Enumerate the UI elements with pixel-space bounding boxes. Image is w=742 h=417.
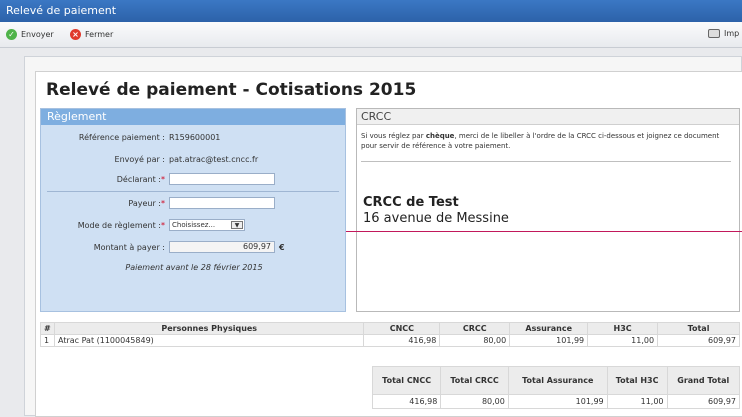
col-total-assurance: Total Assurance [507, 366, 608, 395]
ref-label: Référence paiement : [78, 133, 165, 142]
col-total-h3c: Total H3C [606, 366, 668, 395]
declarant-input[interactable] [169, 173, 275, 185]
amount-label: Montant à payer : [93, 243, 165, 252]
reglement-panel: Règlement Référence paiement : R15960000… [40, 108, 346, 312]
col-cncc: CNCC [363, 322, 441, 335]
total-cncc-value: 416,98 [371, 394, 442, 409]
printer-icon [708, 29, 720, 38]
sent-by-value: pat.atrac@test.cncc.fr [169, 155, 259, 164]
members-table: # Personnes Physiques CNCC CRCC Assuranc… [40, 322, 740, 347]
table-header-row: # Personnes Physiques CNCC CRCC Assuranc… [40, 322, 740, 335]
window-title: Relevé de paiement [0, 0, 742, 22]
crcc-panel: CRCC Si vous réglez par chèque, merci de… [356, 108, 740, 312]
row-assurance: 101,99 [509, 334, 589, 347]
row-crcc: 80,00 [439, 334, 511, 347]
row-total: 609,97 [657, 334, 740, 347]
accent-line [346, 231, 742, 232]
mode-select[interactable]: Choisissez... ▼ [169, 219, 245, 231]
col-persons: Personnes Physiques [53, 322, 365, 335]
row-person: Atrac Pat (1100045849) [53, 334, 365, 347]
totals-table: Total CNCC Total CRCC Total Assurance To… [371, 366, 741, 409]
row-cncc: 416,98 [363, 334, 441, 347]
col-total-cncc: Total CNCC [371, 366, 442, 395]
document-sheet: Relevé de paiement - Cotisations 2015 Rè… [35, 71, 742, 417]
col-index: # [40, 322, 55, 335]
send-button[interactable]: ✓ Envoyer [6, 29, 54, 40]
close-icon: × [70, 29, 81, 40]
payeur-input[interactable] [169, 197, 275, 209]
amount-field: 609,97 [169, 241, 275, 253]
close-label: Fermer [85, 30, 114, 39]
total-h3c-value: 11,00 [606, 394, 668, 409]
col-h3c: H3C [587, 322, 659, 335]
crcc-instructions: Si vous réglez par chèque, merci de le l… [361, 132, 720, 150]
col-grand-total: Grand Total [666, 366, 741, 395]
mode-label: Mode de règlement :* [77, 221, 165, 230]
declarant-label: Déclarant :* [116, 175, 165, 184]
crcc-address: 16 avenue de Messine [363, 211, 509, 226]
reglement-header: Règlement [41, 109, 345, 125]
payeur-label: Payeur :* [128, 199, 165, 208]
mode-selected: Choisissez... [172, 221, 216, 229]
print-label: Imp [724, 29, 740, 38]
sent-by-label: Envoyé par : [114, 155, 165, 164]
col-assurance: Assurance [509, 322, 589, 335]
check-icon: ✓ [6, 29, 17, 40]
col-total: Total [657, 322, 740, 335]
currency-symbol: € [279, 243, 285, 252]
page-area: Relevé de paiement - Cotisations 2015 Rè… [24, 56, 742, 417]
close-button[interactable]: × Fermer [70, 29, 113, 40]
send-label: Envoyer [21, 30, 54, 39]
payment-deadline: Paiement avant le 28 février 2015 [125, 263, 263, 272]
table-row: 1 Atrac Pat (1100045849) 416,98 80,00 10… [40, 334, 740, 347]
total-assurance-value: 101,99 [507, 394, 608, 409]
row-index: 1 [40, 334, 55, 347]
ref-value: R159600001 [169, 133, 221, 142]
table-header-row: Total CNCC Total CRCC Total Assurance To… [371, 366, 741, 395]
table-row: 416,98 80,00 101,99 11,00 609,97 [371, 394, 741, 409]
divider [361, 161, 731, 162]
crcc-header: CRCC [357, 109, 739, 125]
col-total-crcc: Total CRCC [440, 366, 509, 395]
crcc-name: CRCC de Test [363, 195, 459, 210]
chevron-down-icon[interactable]: ▼ [231, 221, 243, 229]
total-crcc-value: 80,00 [440, 394, 509, 409]
row-h3c: 11,00 [587, 334, 659, 347]
print-button[interactable]: Imp [708, 29, 739, 38]
divider [47, 191, 339, 192]
grand-total-value: 609,97 [666, 394, 741, 409]
toolbar: ✓ Envoyer × Fermer Imp [0, 22, 742, 48]
page-title: Relevé de paiement - Cotisations 2015 [46, 80, 417, 100]
col-crcc: CRCC [439, 322, 511, 335]
